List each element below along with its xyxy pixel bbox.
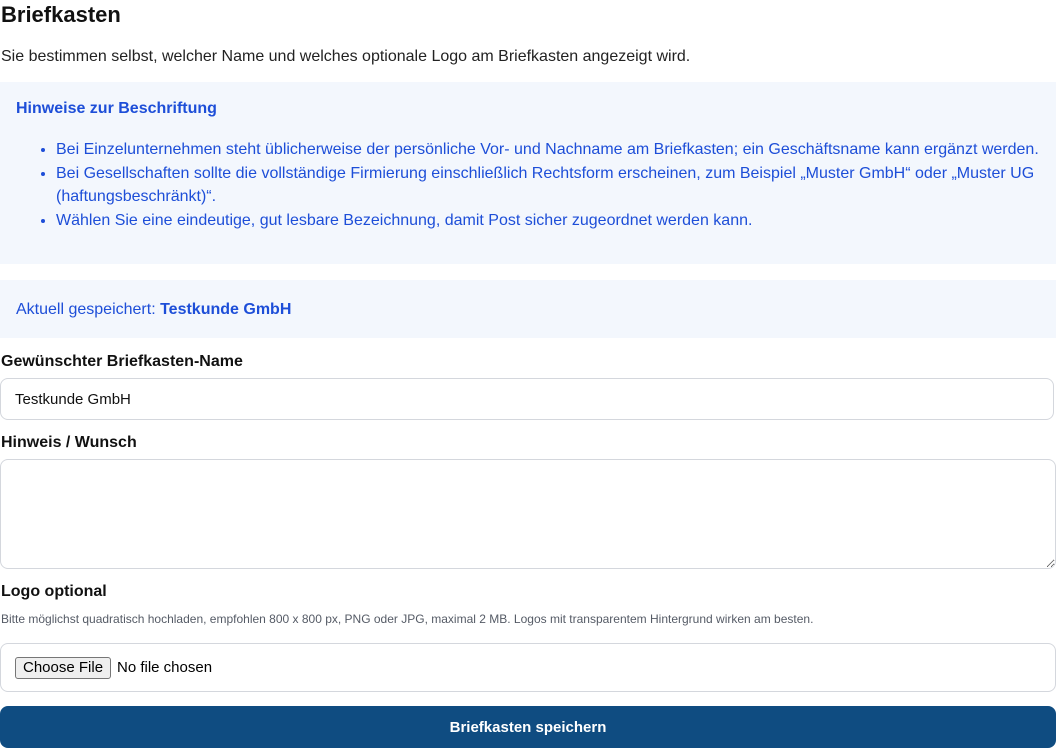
hint-item: Bei Gesellschaften sollte die vollständi… (56, 162, 1046, 208)
mailbox-name-input[interactable] (0, 378, 1054, 420)
mailbox-name-label: Gewünschter Briefkasten-Name (1, 353, 243, 370)
logo-label: Logo optional (1, 583, 107, 600)
logo-help-text: Bitte möglichst quadratisch hochladen, e… (1, 612, 814, 626)
saved-name-line: Aktuell gespeichert: Testkunde GmbH (16, 299, 291, 321)
hint-item: Wählen Sie eine eindeutige, gut lesbare … (56, 209, 1046, 232)
saved-name-value: Testkunde GmbH (160, 301, 292, 318)
hint-item: Bei Einzelunternehmen steht üblicherweis… (56, 138, 1046, 161)
saved-name-box: Aktuell gespeichert: Testkunde GmbH (0, 280, 1056, 338)
hint-box: Hinweise zur Beschriftung Bei Einzelunte… (0, 82, 1056, 264)
mailbox-settings-page: Briefkasten Sie bestimmen selbst, welche… (0, 0, 1056, 748)
saved-name-label: Aktuell gespeichert: (16, 301, 156, 318)
page-title: Briefkasten (1, 2, 121, 27)
save-mailbox-button[interactable]: Briefkasten speichern (0, 706, 1056, 748)
choose-file-button[interactable]: Choose File (15, 657, 112, 679)
file-status: No file chosen (117, 659, 213, 676)
page-intro: Sie bestimmen selbst, welcher Name und w… (1, 48, 691, 65)
hint-title: Hinweise zur Beschriftung (16, 100, 217, 117)
note-textarea[interactable] (0, 459, 1056, 569)
logo-file-input[interactable]: Choose File No file chosen (0, 643, 1056, 692)
hint-list: Bei Einzelunternehmen steht üblicherweis… (16, 138, 1046, 233)
note-label: Hinweis / Wunsch (1, 434, 137, 451)
